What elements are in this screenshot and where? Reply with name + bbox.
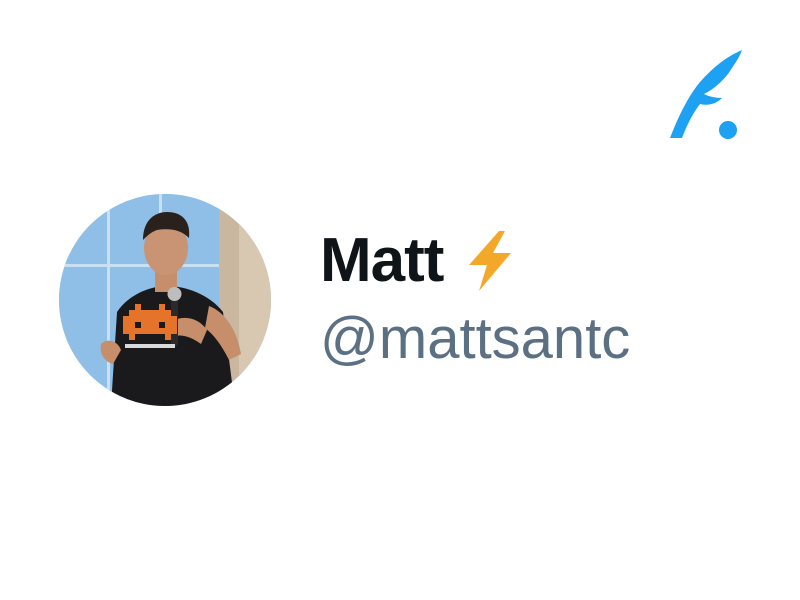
profile-card: Matt @mattsantc bbox=[0, 0, 800, 600]
profile-text: Matt @mattsantc bbox=[320, 222, 682, 392]
username-handle[interactable]: @mattsantc bbox=[320, 310, 682, 368]
high-voltage-icon bbox=[463, 229, 517, 293]
display-name-row: Matt bbox=[320, 222, 682, 300]
avatar[interactable] bbox=[59, 194, 271, 406]
quill-feather-icon bbox=[662, 46, 744, 142]
display-name[interactable]: Matt bbox=[320, 230, 444, 292]
